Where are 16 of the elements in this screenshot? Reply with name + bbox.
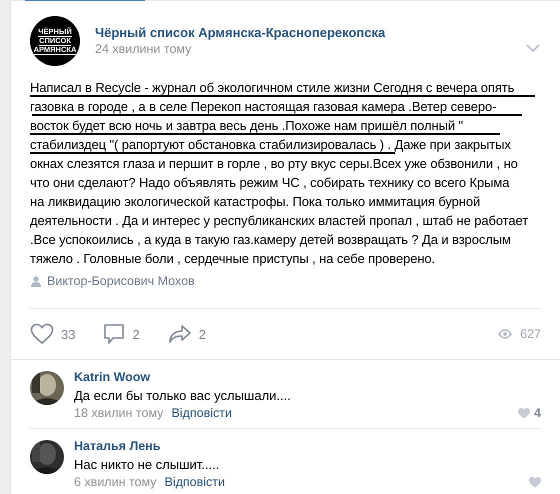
comment-text: Да если бы только вас услышали.... <box>74 387 292 405</box>
author-link[interactable]: Виктор-Борисович Мохов <box>47 274 195 288</box>
group-name-link[interactable]: Чёрный список Армянска-Красноперекопска <box>95 24 386 41</box>
heart-icon <box>518 408 530 419</box>
post-time: 24 хвилини тому <box>95 41 192 58</box>
reply-link[interactable]: Відповісти <box>164 474 225 491</box>
comment-time: 18 хвилин тому <box>74 405 164 422</box>
commenter-name-link[interactable]: Katrin Woow <box>74 369 541 386</box>
reply-link[interactable]: Відповісти <box>171 405 232 422</box>
person-icon <box>31 276 41 286</box>
eye-icon <box>498 329 512 339</box>
comment-text: Нас никто не слышит..... <box>74 456 220 474</box>
views-count: 627 <box>520 327 541 341</box>
heart-icon <box>529 477 541 488</box>
commenter-name-link[interactable]: Наталья Лень <box>74 438 541 455</box>
comment-time: 6 хвилин тому <box>74 474 156 491</box>
